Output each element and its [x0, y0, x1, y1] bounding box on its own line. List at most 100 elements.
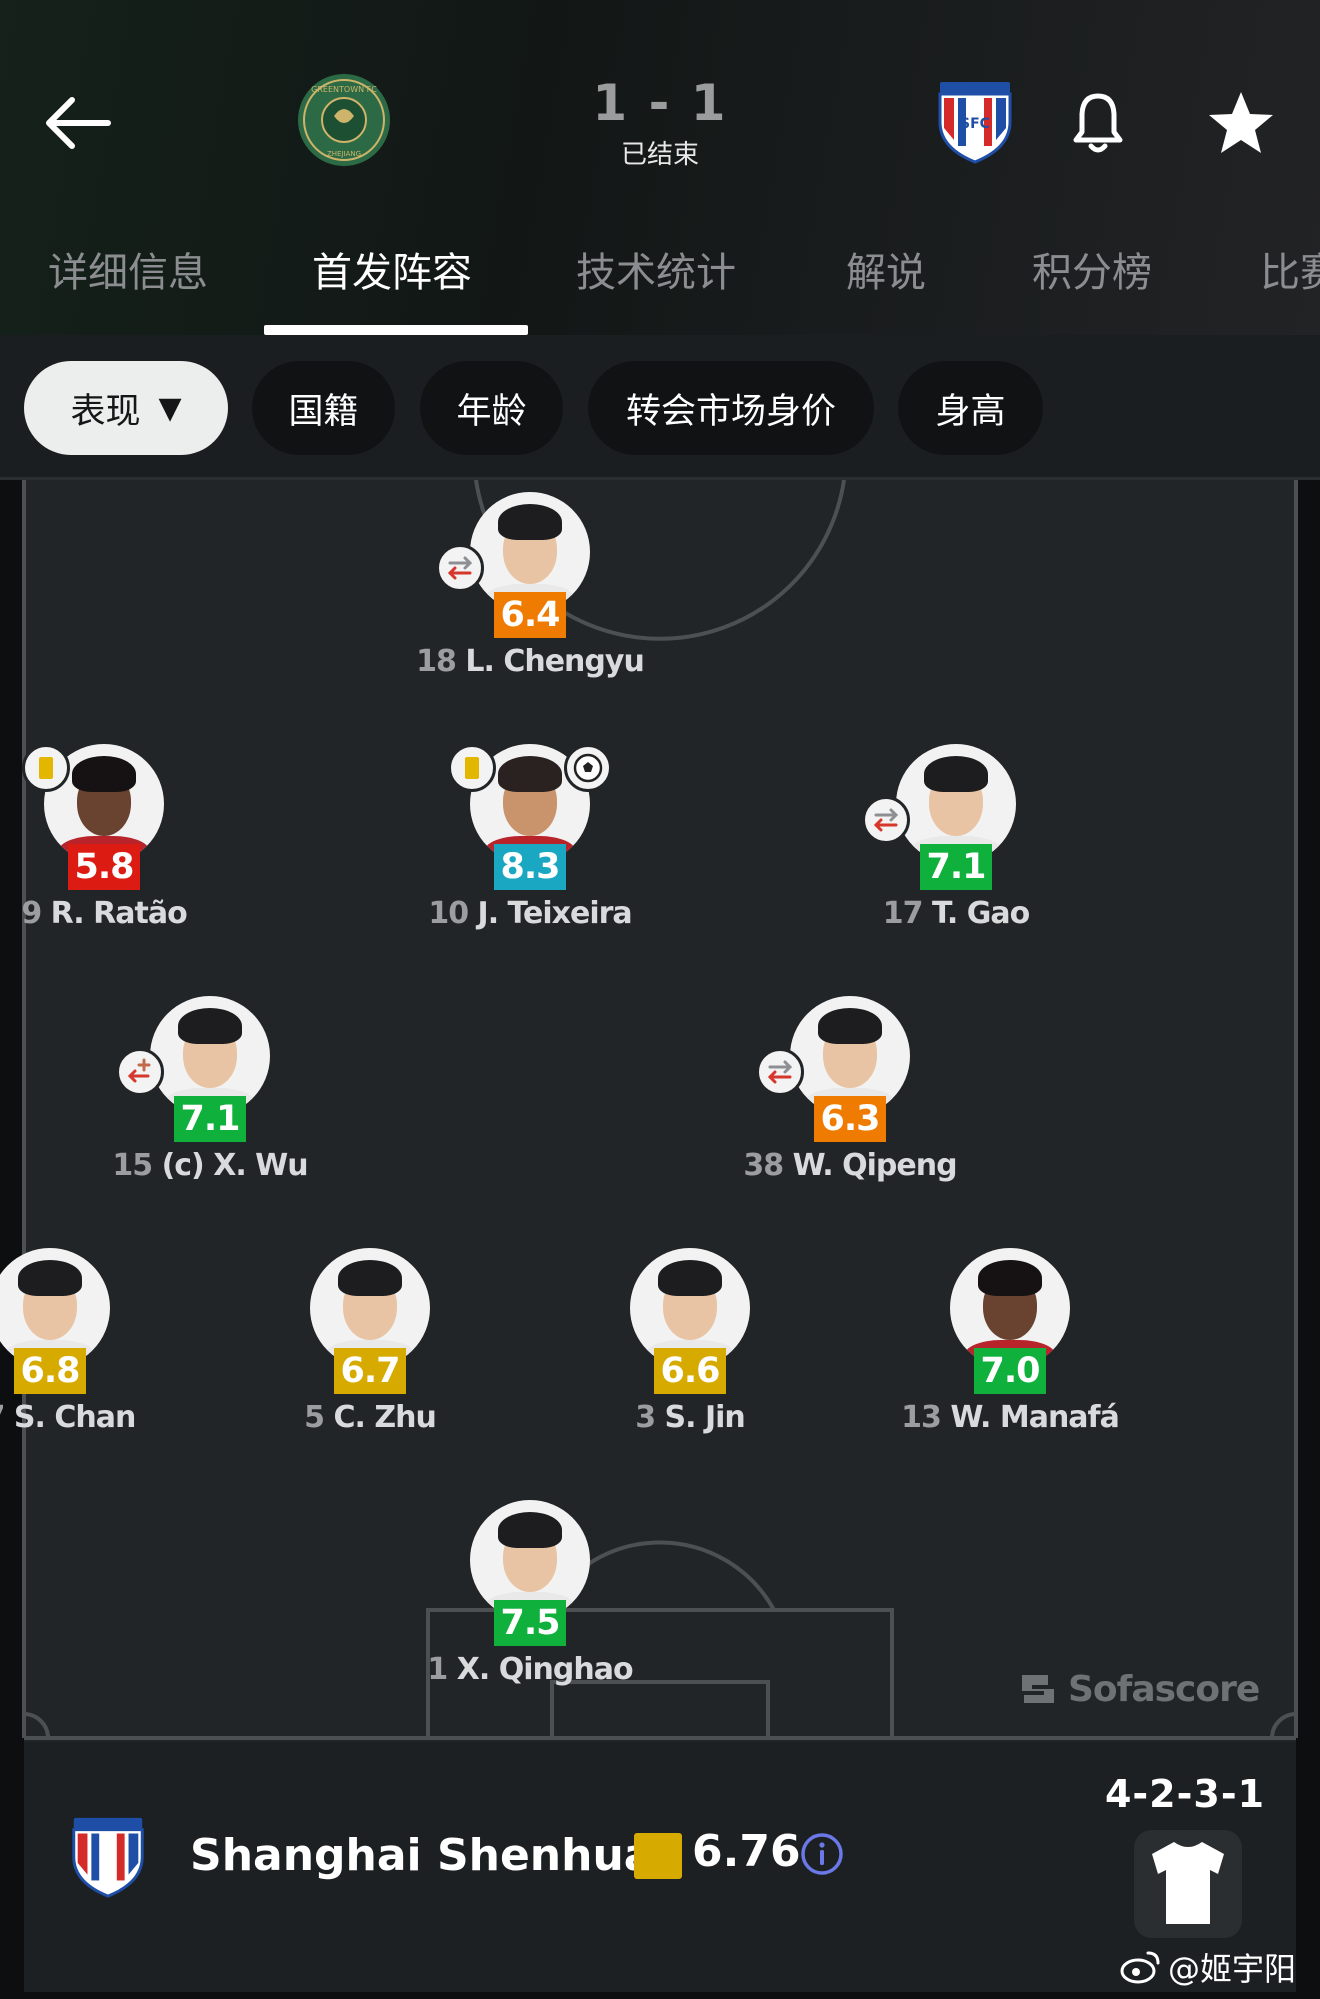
player-card[interactable]: 7.1 15 (c) X. Wu — [80, 996, 340, 1196]
jersey-icon — [1152, 1842, 1224, 1924]
player-card[interactable]: 6.7 5 C. Zhu — [240, 1248, 500, 1448]
player-rating: 5.8 — [68, 844, 140, 890]
player-shirt-number: 10 — [428, 896, 469, 931]
back-arrow-icon[interactable] — [42, 88, 112, 158]
player-shirt-number: 15 — [112, 1148, 153, 1183]
yellow-card-icon — [22, 744, 70, 792]
player-shirt-number: 38 — [743, 1148, 784, 1183]
player-name: S. Jin — [664, 1400, 746, 1435]
player-rating: 7.5 — [494, 1600, 566, 1646]
svg-text:GREENTOWN FC: GREENTOWN FC — [311, 85, 377, 94]
player-shirt-number: 27 — [0, 1400, 5, 1435]
player-shirt-number: 17 — [882, 896, 924, 931]
info-icon[interactable] — [800, 1832, 844, 1876]
player-card[interactable]: 6.8 27 S. Chan — [0, 1248, 180, 1448]
player-name: S. Chan — [13, 1400, 136, 1435]
team-crest-icon — [72, 1817, 144, 1898]
tab-details[interactable]: 详细信息 — [48, 240, 208, 298]
watermark-text: Sofascore — [1068, 1668, 1260, 1710]
lineup-pitch: 6.4 18 L. Chengyu 5.8 9 R. Ratão 8.3 10 J. Te… — [0, 480, 1320, 1742]
player-name-label: 27 S. Chan — [0, 1400, 220, 1435]
favorite-star-icon[interactable] — [1206, 88, 1276, 158]
player-name: W. Manafá — [950, 1400, 1119, 1435]
player-shirt-number: 1 — [427, 1652, 448, 1687]
svg-text:ZHEJIANG: ZHEJIANG — [327, 150, 361, 158]
tab-statistics[interactable]: 技术统计 — [576, 240, 736, 298]
sofascore-logo-icon — [1022, 1675, 1054, 1703]
weibo-logo-icon — [1120, 1951, 1160, 1984]
player-card[interactable]: 6.3 38 W. Qipeng — [720, 996, 980, 1196]
player-name-label: 18 L. Chengyu — [360, 644, 700, 679]
tab-lineups[interactable]: 首发阵容 — [312, 240, 472, 298]
player-card[interactable]: 7.0 13 W. Manafá — [880, 1248, 1140, 1448]
player-shirt-number: 18 — [416, 644, 457, 679]
credit-text: @姬宇阳 — [1168, 1950, 1297, 1988]
player-shirt-number: 9 — [21, 896, 42, 931]
active-tab-indicator — [264, 325, 528, 335]
player-name: W. Qipeng — [792, 1148, 958, 1183]
svg-text:SFC: SFC — [960, 116, 990, 132]
player-shirt-number: 5 — [304, 1400, 325, 1435]
player-name-label: 10 J. Teixeira — [360, 896, 700, 931]
filter-bar: 表现 ▼ 国籍 年龄 转会市场身价 身高 — [0, 335, 1320, 480]
player-name: R. Ratão — [50, 896, 188, 931]
player-rating: 8.3 — [494, 844, 566, 890]
formation-label: 4-2-3-1 — [1104, 1772, 1266, 1816]
player-card[interactable]: 6.6 3 S. Jin — [560, 1248, 820, 1448]
home-team-crest[interactable]: GREENTOWN FC ZHEJIANG — [296, 72, 392, 168]
player-rating: 6.3 — [814, 1096, 886, 1142]
tab-bar: 详细信息 首发阵容 技术统计 解说 积分榜 比赛 — [0, 228, 1320, 335]
player-rating: 6.7 — [334, 1348, 406, 1394]
player-rating: 7.1 — [174, 1096, 246, 1142]
away-team-crest[interactable]: SFC — [930, 76, 1020, 166]
goal-ball-icon — [564, 744, 612, 792]
tab-matches[interactable]: 比赛 — [1260, 240, 1320, 298]
substitution-icon — [436, 544, 484, 592]
substitution-icon — [862, 796, 910, 844]
team-average-rating: 6.76 — [692, 1826, 801, 1877]
player-name: L. Chengyu — [465, 644, 644, 679]
match-status: 已结束 — [620, 140, 699, 170]
player-name-label: 3 S. Jin — [520, 1400, 860, 1435]
player-rating: 7.1 — [920, 844, 992, 890]
sofascore-watermark: Sofascore — [1018, 1664, 1268, 1714]
match-header: GREENTOWN FC ZHEJIANG 1 - 1 已结束 SFC 详细信息… — [0, 0, 1320, 335]
match-score: 1 - 1 — [592, 74, 728, 132]
player-rating: 6.6 — [654, 1348, 726, 1394]
substitution-icon — [756, 1048, 804, 1096]
team-name: Shanghai Shenhua — [190, 1830, 654, 1881]
player-rating: 7.0 — [974, 1348, 1046, 1394]
filter-performance-label: 表现 — [70, 391, 141, 432]
rating-color-swatch — [634, 1833, 682, 1879]
player-card[interactable]: 7.5 1 X. Qinghao — [400, 1500, 660, 1700]
player-shirt-number: 13 — [901, 1400, 942, 1435]
filter-market-value[interactable]: 转会市场身价 — [588, 361, 874, 455]
tab-standings[interactable]: 积分榜 — [1032, 240, 1152, 298]
filter-height[interactable]: 身高 — [898, 361, 1043, 455]
player-name: T. Gao — [931, 896, 1030, 931]
player-name-label: 15 (c) X. Wu — [40, 1148, 380, 1183]
filter-performance-dropdown[interactable]: 表现 ▼ — [24, 361, 228, 455]
filter-age[interactable]: 年龄 — [420, 361, 563, 455]
player-card[interactable]: 6.4 18 L. Chengyu — [400, 492, 660, 692]
player-name-label: 13 W. Manafá — [840, 1400, 1180, 1435]
substitution-in-icon — [116, 1048, 164, 1096]
filter-nationality[interactable]: 国籍 — [252, 361, 395, 455]
player-name-label: 17 T. Gao — [786, 896, 1126, 931]
player-name-label: 38 W. Qipeng — [680, 1148, 1020, 1183]
player-name: (c) X. Wu — [161, 1148, 309, 1183]
weibo-credit: @姬宇阳 — [1120, 1944, 1296, 1990]
player-name-label: 5 C. Zhu — [200, 1400, 540, 1435]
player-name-label: 1 X. Qinghao — [360, 1652, 700, 1687]
player-name-label: 9 R. Ratão — [0, 896, 274, 931]
player-rating: 6.8 — [14, 1348, 86, 1394]
notification-bell-icon[interactable] — [1068, 88, 1128, 158]
player-name: C. Zhu — [333, 1400, 437, 1435]
player-name: X. Qinghao — [456, 1652, 634, 1687]
player-card[interactable]: 8.3 10 J. Teixeira — [400, 744, 660, 944]
tab-commentary[interactable]: 解说 — [846, 240, 926, 298]
player-card[interactable]: 5.8 9 R. Ratão — [0, 744, 234, 944]
player-card[interactable]: 7.1 17 T. Gao — [826, 744, 1086, 944]
player-name: J. Teixeira — [477, 896, 633, 931]
player-shirt-number: 3 — [635, 1400, 656, 1435]
